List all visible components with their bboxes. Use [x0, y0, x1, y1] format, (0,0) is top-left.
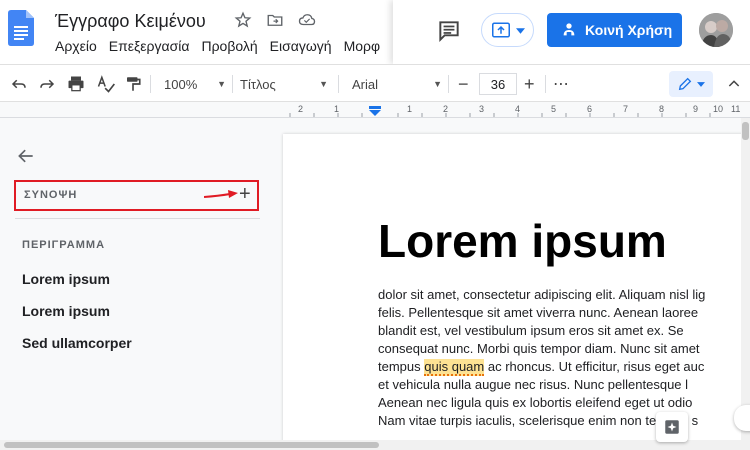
ruler-number: 2: [298, 104, 304, 114]
formatting-toolbar: 100% ▼ Τίτλος ▼ Arial ▼ − 36 + ⋯: [0, 64, 750, 102]
chevron-down-icon: [516, 28, 525, 34]
menu-file[interactable]: Αρχείο: [55, 38, 97, 54]
menu-view[interactable]: Προβολή: [201, 38, 257, 54]
docs-logo-icon[interactable]: [8, 10, 34, 46]
style-value: Τίτλος: [240, 76, 276, 92]
outline-item[interactable]: Lorem ipsum: [22, 303, 110, 319]
ruler-number: 11: [731, 104, 741, 114]
undo-icon[interactable]: [10, 74, 28, 94]
toolbar-separator: [150, 75, 151, 93]
docs-app: Έγγραφο Κειμένου Αρχείο Επεξεργασία Προβ…: [0, 0, 750, 450]
chevron-down-icon: [697, 81, 705, 87]
comment-history-icon[interactable]: [436, 18, 462, 44]
highlighted-word[interactable]: quis quam: [424, 359, 485, 376]
body-text-run: tempus: [378, 359, 425, 374]
font-size-decrease-button[interactable]: −: [458, 74, 469, 94]
ruler-number: 9: [693, 104, 699, 114]
document-body[interactable]: dolor sit amet, consectetur adipiscing e…: [378, 286, 750, 430]
summary-label: ΣΥΝΟΨΗ: [24, 189, 78, 201]
add-summary-button[interactable]: +: [239, 183, 251, 206]
zoom-value: 100%: [164, 76, 198, 92]
avatar[interactable]: [699, 13, 733, 47]
ruler-number: 5: [551, 104, 557, 114]
scrollbar-thumb[interactable]: [4, 442, 379, 448]
body-line: felis. Pellentesque sit amet viverra nun…: [378, 305, 699, 320]
ruler-number: 3: [479, 104, 485, 114]
caret-down-icon: ▼: [433, 79, 442, 89]
toolbar-separator: [338, 75, 339, 93]
body-line: Aenean nec ligula quis ex lobortis eleif…: [378, 395, 693, 410]
ruler-number: 4: [515, 104, 521, 114]
caret-down-icon: ▼: [217, 79, 226, 89]
font-value: Arial: [352, 76, 379, 92]
font-size-increase-button[interactable]: +: [524, 74, 535, 94]
ruler-number: 1: [334, 104, 340, 114]
move-folder-icon[interactable]: [265, 10, 285, 30]
body-line: consequat nunc. Morbi quis tempor diam. …: [378, 341, 700, 356]
red-arrow-annotation: [204, 190, 238, 198]
vertical-scrollbar[interactable]: [741, 118, 750, 440]
body-text-run: ac rhoncus. Ut efficitur, risus eget auc: [484, 359, 705, 374]
side-panel-toggle[interactable]: [734, 405, 750, 431]
more-options-button[interactable]: ⋯: [553, 74, 569, 94]
paint-format-icon[interactable]: [124, 74, 142, 94]
explore-star-icon: [665, 420, 679, 434]
outline-label: ΠΕΡΙΓΡΑΜΜΑ: [22, 239, 106, 251]
body-line: Nam vitae turpis iaculis, scelerisque en…: [378, 413, 699, 428]
ruler-number: 2: [443, 104, 449, 114]
outline-item[interactable]: Lorem ipsum: [22, 271, 110, 287]
ruler[interactable]: 2 1 1 2 3 4 5 6 7 8 9 10 11: [0, 102, 750, 118]
ruler-number: 10: [713, 104, 724, 114]
document-title[interactable]: Έγγραφο Κειμένου: [55, 11, 206, 32]
toolbar-separator: [448, 75, 449, 93]
font-size-input[interactable]: 36: [479, 73, 517, 95]
cloud-saved-icon[interactable]: [297, 10, 317, 30]
spellcheck-icon[interactable]: [96, 74, 116, 94]
toolbar-separator: [232, 75, 233, 93]
back-arrow-icon[interactable]: [15, 146, 37, 166]
share-button[interactable]: Κοινή Χρήση: [547, 13, 682, 47]
style-select[interactable]: Τίτλος ▼: [240, 74, 328, 94]
body-line: et vehicula nulla augue nec risus. Nunc …: [378, 377, 689, 392]
share-label: Κοινή Χρήση: [585, 22, 673, 38]
explore-button[interactable]: [656, 412, 688, 442]
star-icon[interactable]: [233, 10, 253, 30]
toolbar-separator: [545, 75, 546, 93]
present-button[interactable]: [481, 13, 534, 47]
menu-insert[interactable]: Εισαγωγή: [270, 38, 332, 54]
document-heading[interactable]: Lorem ipsum: [378, 214, 667, 268]
caret-down-icon: ▼: [319, 79, 328, 89]
menu-edit[interactable]: Επεξεργασία: [109, 38, 190, 54]
summary-section: ΣΥΝΟΨΗ +: [14, 180, 259, 211]
pencil-icon: [678, 77, 692, 91]
ruler-number: 1: [407, 104, 413, 114]
title-bar: Έγγραφο Κειμένου Αρχείο Επεξεργασία Προβ…: [0, 0, 750, 64]
indent-marker-icon[interactable]: [369, 106, 381, 116]
title-icons: [233, 10, 317, 30]
body-line: tempus quis quam ac rhoncus. Ut efficitu…: [378, 358, 750, 376]
menu-bar: Αρχείο Επεξεργασία Προβολή Εισαγωγή Μορφ: [55, 38, 395, 54]
outline-item[interactable]: Sed ullamcorper: [22, 335, 132, 351]
redo-icon[interactable]: [38, 74, 56, 94]
ruler-number: 6: [587, 104, 593, 114]
zoom-select[interactable]: 100% ▼: [164, 74, 226, 94]
lock-person-icon: [563, 23, 575, 36]
divider: [15, 218, 260, 219]
body-line: blandit est, vel vestibulum ipsum eros s…: [378, 323, 684, 338]
collapse-menus-icon[interactable]: [726, 74, 742, 94]
print-icon[interactable]: [66, 74, 86, 94]
document-page[interactable]: Lorem ipsum dolor sit amet, consectetur …: [283, 134, 750, 444]
present-icon: [492, 22, 510, 38]
body-line: dolor sit amet, consectetur adipiscing e…: [378, 287, 706, 302]
ruler-number: 8: [659, 104, 665, 114]
horizontal-scrollbar[interactable]: [0, 440, 750, 450]
font-select[interactable]: Arial ▼: [352, 74, 442, 94]
editing-mode-button[interactable]: [669, 71, 713, 97]
ruler-number: 7: [623, 104, 629, 114]
outline-panel: ΣΥΝΟΨΗ + ΠΕΡΙΓΡΑΜΜΑ Lorem ipsum Lorem ip…: [0, 118, 282, 440]
menu-format[interactable]: Μορφ: [344, 38, 381, 54]
scrollbar-thumb[interactable]: [742, 122, 749, 140]
